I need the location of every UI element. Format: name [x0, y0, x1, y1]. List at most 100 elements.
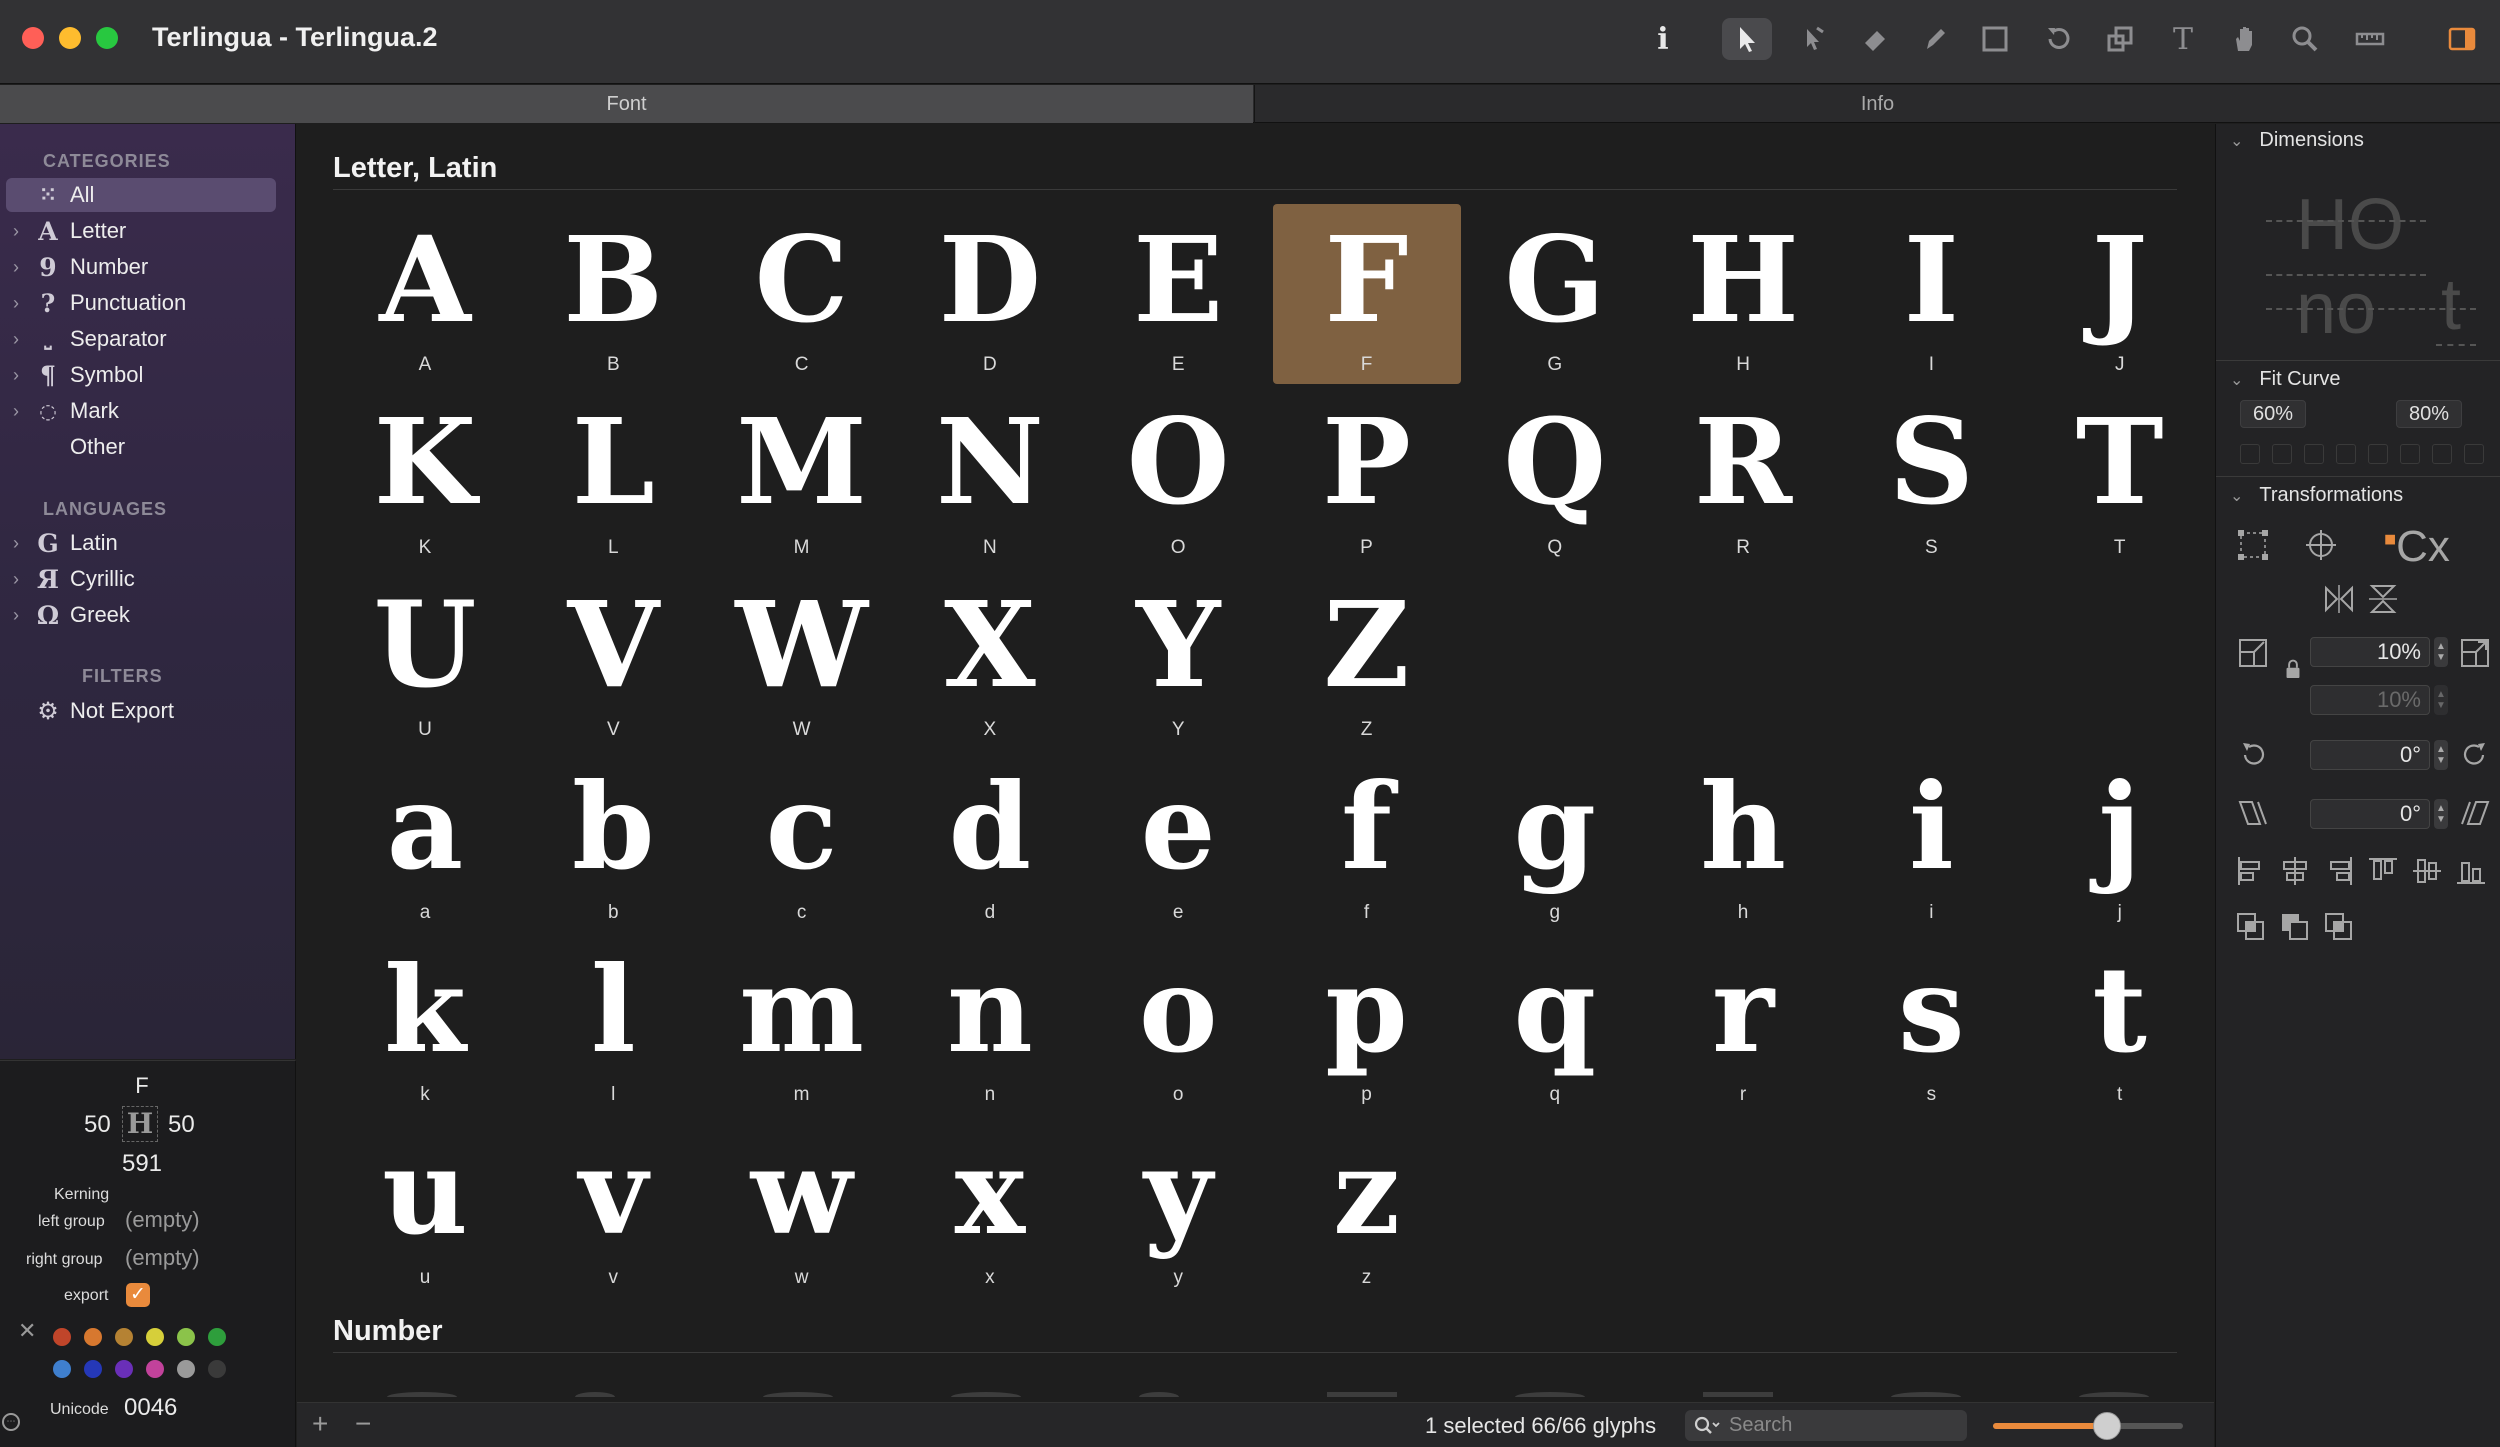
- glyph-cell[interactable]: NN: [896, 387, 1084, 567]
- glyph-cell[interactable]: QQ: [1461, 387, 1649, 567]
- glyph-cell[interactable]: AA: [331, 204, 519, 384]
- chevron-down-icon[interactable]: ⌄: [2230, 486, 2243, 506]
- flip-vertical-icon[interactable]: [2366, 582, 2400, 623]
- transformations-header[interactable]: ⌄ Transformations: [2230, 484, 2403, 507]
- pen-tool-icon[interactable]: [1910, 18, 1960, 60]
- chevron-right-icon[interactable]: ›: [6, 329, 26, 350]
- glyph-cell[interactable]: XX: [896, 569, 1084, 749]
- right-sidebearing[interactable]: 50: [168, 1111, 195, 1139]
- scale-y-field[interactable]: 10%: [2310, 685, 2430, 715]
- dimensions-preview[interactable]: HO no t: [2266, 184, 2486, 349]
- clear-color-icon[interactable]: ✕: [18, 1318, 36, 1344]
- add-glyph-button[interactable]: +: [312, 1408, 328, 1440]
- rotate-tool-icon[interactable]: [2033, 18, 2083, 60]
- sidebar-item-letter[interactable]: › A Letter: [6, 214, 276, 248]
- glyph-cell[interactable]: ll: [519, 934, 707, 1114]
- glyph-cell[interactable]: rr: [1649, 934, 1837, 1114]
- sidebar-toggle-icon[interactable]: [2437, 18, 2487, 60]
- chevron-right-icon[interactable]: ›: [6, 533, 26, 554]
- fit-curve-header[interactable]: ⌄ Fit Curve: [2230, 368, 2341, 391]
- glyph-cell[interactable]: ff: [1273, 752, 1461, 932]
- window-zoom-button[interactable]: [96, 27, 118, 49]
- scale-y-stepper[interactable]: ▲ ▼: [2434, 685, 2448, 715]
- glyph-cell[interactable]: YY: [1084, 569, 1272, 749]
- scale-x-stepper[interactable]: ▲ ▼: [2434, 637, 2448, 667]
- align-bottom-icon[interactable]: [2454, 854, 2488, 895]
- fit-curve-preset-box[interactable]: [2336, 444, 2356, 464]
- left-group-field[interactable]: (empty): [125, 1207, 200, 1233]
- select-tool-icon[interactable]: [1722, 18, 1772, 60]
- scale-up-icon[interactable]: [2458, 636, 2492, 677]
- glyph-cell[interactable]: ZZ: [1273, 569, 1461, 749]
- align-middle-icon[interactable]: [2410, 854, 2444, 895]
- union-icon[interactable]: [2234, 910, 2268, 951]
- glyph-cell[interactable]: HH: [1649, 204, 1837, 384]
- fit-curve-60-button[interactable]: 60%: [2240, 400, 2307, 428]
- chevron-right-icon[interactable]: ›: [6, 221, 26, 242]
- chevron-right-icon[interactable]: ›: [6, 365, 26, 386]
- glyph-cell[interactable]: oo: [1084, 934, 1272, 1114]
- glyph-cell[interactable]: kk: [331, 934, 519, 1114]
- chevron-right-icon[interactable]: ›: [6, 401, 26, 422]
- slant-left-icon[interactable]: [2236, 796, 2270, 837]
- right-group-field[interactable]: (empty): [125, 1245, 200, 1271]
- glyph-cell[interactable]: OO: [1084, 387, 1272, 567]
- lock-icon[interactable]: [2282, 658, 2304, 685]
- glyph-cell[interactable]: ii: [1837, 752, 2025, 932]
- glyph-cell[interactable]: yy: [1084, 1117, 1272, 1297]
- window-minimize-button[interactable]: [59, 27, 81, 49]
- hand-tool-icon[interactable]: [2220, 18, 2270, 60]
- sidebar-item-punctuation[interactable]: › ? Punctuation: [6, 286, 276, 320]
- slant-stepper[interactable]: ▲ ▼: [2434, 799, 2448, 829]
- glyph-cell[interactable]: jj: [2026, 752, 2214, 932]
- window-close-button[interactable]: [22, 27, 44, 49]
- fit-curve-preset-box[interactable]: [2432, 444, 2452, 464]
- rotate-field[interactable]: 0°: [2310, 740, 2430, 770]
- sidebar-item-latin[interactable]: › G Latin: [6, 526, 276, 560]
- glyph-cell[interactable]: CC: [708, 204, 896, 384]
- bounding-box-icon[interactable]: [2236, 528, 2270, 569]
- tab-font[interactable]: Font: [0, 85, 1253, 123]
- color-swatch[interactable]: [208, 1328, 226, 1346]
- glyph-cell[interactable]: uu: [331, 1117, 519, 1297]
- color-swatch[interactable]: [53, 1360, 71, 1378]
- glyph-cell[interactable]: hh: [1649, 752, 1837, 932]
- glyph-cell[interactable]: tt: [2026, 934, 2214, 1114]
- glyph-cell[interactable]: xx: [896, 1117, 1084, 1297]
- glyph-cell[interactable]: aa: [331, 752, 519, 932]
- text-tool-icon[interactable]: T: [2158, 18, 2208, 60]
- zoom-tool-icon[interactable]: [2280, 18, 2330, 60]
- fit-curve-preset-box[interactable]: [2240, 444, 2260, 464]
- glyph-cell[interactable]: MM: [708, 387, 896, 567]
- glyph-name[interactable]: F: [0, 1073, 284, 1099]
- color-swatch[interactable]: [146, 1360, 164, 1378]
- chevron-right-icon[interactable]: ›: [6, 605, 26, 626]
- glyph-cell[interactable]: EE: [1084, 204, 1272, 384]
- glyph-cell[interactable]: mm: [708, 934, 896, 1114]
- glyph-width[interactable]: 591: [0, 1150, 284, 1178]
- sidebar-item-not-export[interactable]: ⚙ Not Export: [6, 694, 276, 728]
- chevron-right-icon[interactable]: ›: [6, 257, 26, 278]
- scale-x-field[interactable]: 10%: [2310, 637, 2430, 667]
- fit-curve-preset-box[interactable]: [2368, 444, 2388, 464]
- glyph-cell[interactable]: SS: [1837, 387, 2025, 567]
- tab-info[interactable]: Info: [1254, 85, 2500, 123]
- color-swatch[interactable]: [53, 1328, 71, 1346]
- glyph-cell[interactable]: BB: [519, 204, 707, 384]
- glyph-cell[interactable]: DD: [896, 204, 1084, 384]
- sidebar-item-cyrillic[interactable]: › Я Cyrillic: [6, 562, 276, 596]
- flip-horizontal-icon[interactable]: [2322, 582, 2356, 623]
- color-swatch[interactable]: [208, 1360, 226, 1378]
- glyph-cell[interactable]: zz: [1273, 1117, 1461, 1297]
- glyph-cell[interactable]: cc: [708, 752, 896, 932]
- align-center-icon[interactable]: [2278, 854, 2312, 895]
- color-swatch[interactable]: [84, 1328, 102, 1346]
- color-swatch[interactable]: [177, 1328, 195, 1346]
- select-all-layers-tool-icon[interactable]: [1788, 18, 1838, 60]
- glyph-cell[interactable]: gg: [1461, 752, 1649, 932]
- align-right-icon[interactable]: [2322, 854, 2356, 895]
- scale-tool-icon[interactable]: [2095, 18, 2145, 60]
- scale-down-icon[interactable]: [2236, 636, 2270, 677]
- sidebar-item-number[interactable]: › 9 Number: [6, 250, 276, 284]
- align-left-icon[interactable]: [2234, 854, 2268, 895]
